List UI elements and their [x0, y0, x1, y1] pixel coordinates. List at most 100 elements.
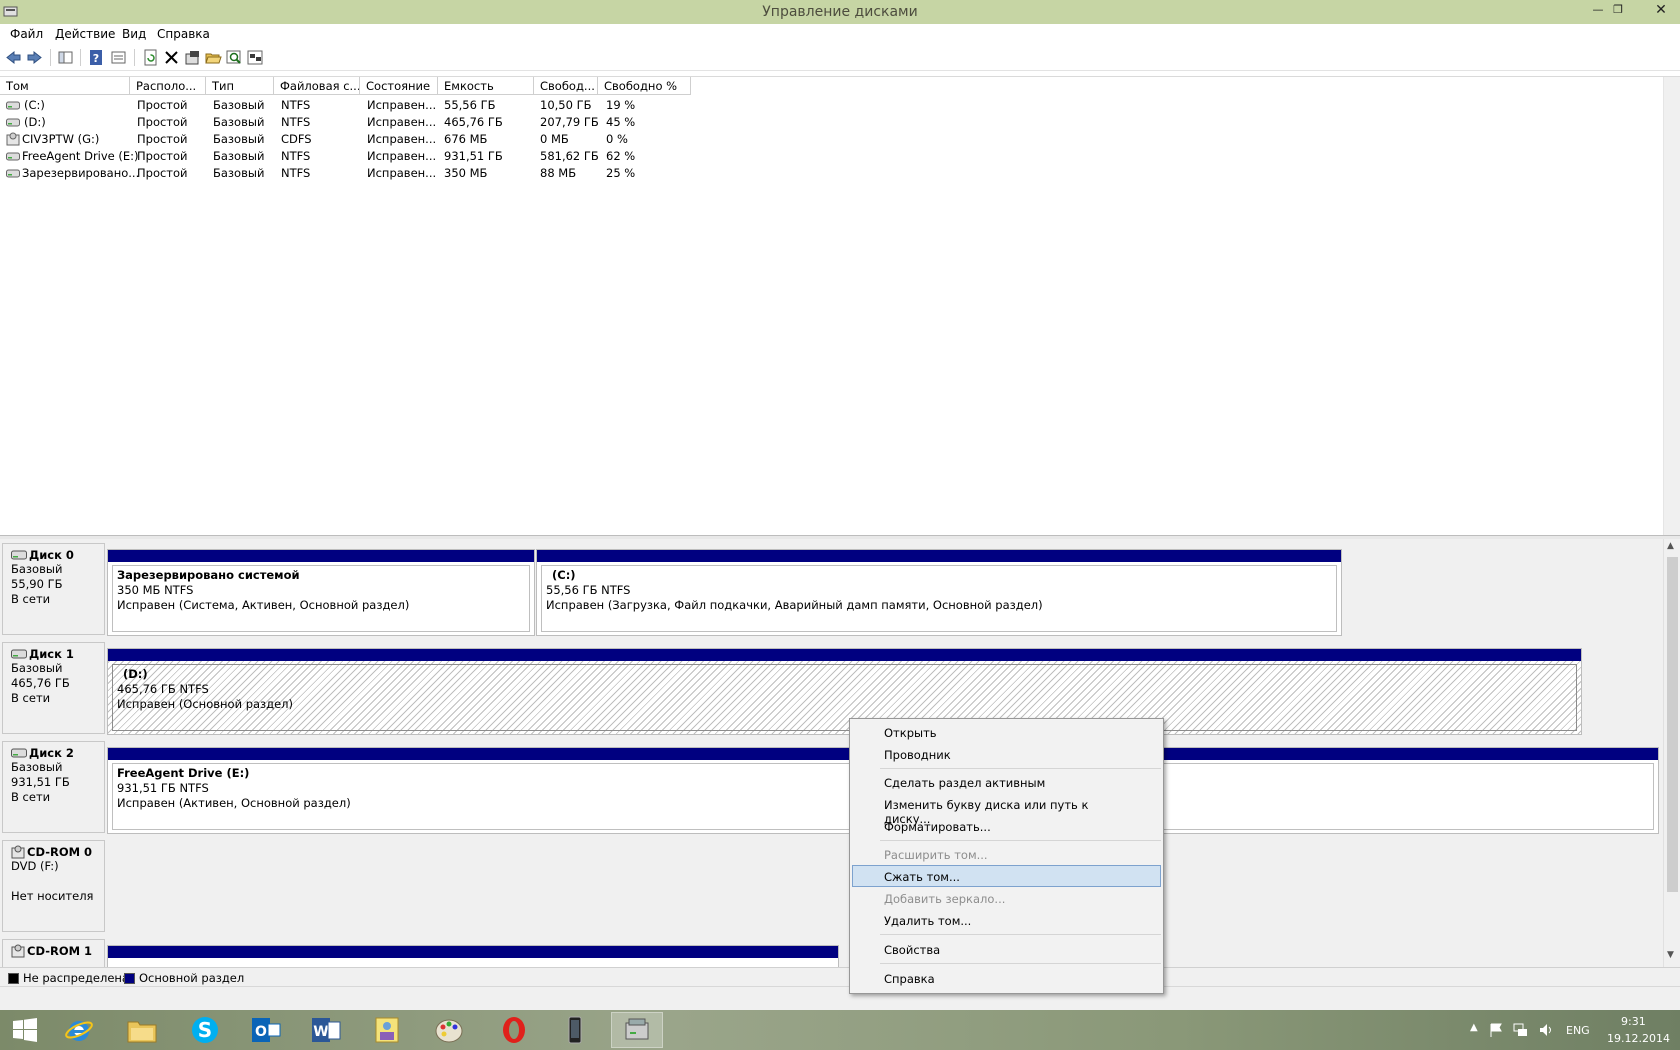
column-header-capacity[interactable]: Емкость — [438, 77, 534, 95]
column-header-filesystem[interactable]: Файловая с... — [274, 77, 360, 95]
partition-body: (C:) 55,56 ГБ NTFS Исправен (Загрузка, Ф… — [541, 565, 1337, 632]
disk-name: CD-ROM 1 — [27, 944, 93, 958]
network-icon[interactable] — [1512, 1022, 1530, 1038]
column-header-percent-free[interactable]: Свободно % — [598, 77, 691, 95]
clock-date[interactable]: 19.12.2014 — [1607, 1032, 1670, 1045]
volume-capacity: 350 МБ — [444, 166, 488, 180]
back-arrow-icon[interactable] — [5, 49, 22, 66]
taskbar-opera[interactable] — [488, 1012, 540, 1048]
menu-item-change-drive-letter[interactable]: Изменить букву диска или путь к диску... — [852, 793, 1161, 826]
help-icon[interactable]: ? — [88, 49, 105, 66]
column-header-layout[interactable]: Располо... — [130, 77, 206, 95]
taskbar-paint[interactable] — [423, 1012, 475, 1048]
volume-icon[interactable] — [1538, 1022, 1554, 1038]
restore-button[interactable]: ❐ — [1607, 2, 1629, 18]
volume-free-space: 207,79 ГБ — [540, 115, 599, 129]
volume-list: Том Располо... Тип Файловая с... Состоян… — [0, 76, 1680, 536]
scroll-down-arrow-icon[interactable]: ▼ — [1667, 950, 1674, 960]
volume-row[interactable]: FreeAgent Drive (E:) Простой Базовый NTF… — [0, 148, 700, 165]
delete-icon[interactable] — [163, 49, 180, 66]
open-folder-icon[interactable] — [205, 49, 222, 66]
volume-status: Исправен... — [367, 115, 437, 129]
partition-status: Исправен (Загрузка, Файл подкачки, Авари… — [546, 598, 1043, 612]
check-icon[interactable] — [184, 49, 201, 66]
settings-icon[interactable] — [247, 49, 264, 66]
menu-item-properties[interactable]: Свойства — [852, 938, 1161, 960]
context-menu: Открыть Проводник Сделать раздел активны… — [849, 718, 1164, 994]
taskbar-word[interactable]: W — [300, 1012, 352, 1048]
console-tree-icon[interactable] — [57, 49, 74, 66]
volume-list-scrollbar[interactable] — [1663, 77, 1680, 536]
taskbar-skype[interactable]: S — [179, 1012, 231, 1048]
column-header-type[interactable]: Тип — [206, 77, 274, 95]
menu-item-format[interactable]: Форматировать... — [852, 815, 1161, 837]
cdrom-0-label[interactable]: CD-ROM 0 DVD (F:) Нет носителя — [2, 840, 105, 932]
menu-view[interactable]: Вид — [122, 27, 146, 41]
close-button[interactable]: ✕ — [1650, 2, 1672, 18]
menu-item-delete-volume[interactable]: Удалить том... — [852, 909, 1161, 931]
volume-row[interactable]: CIV3PTW (G:) Простой Базовый CDFS Исправ… — [0, 131, 700, 148]
properties-icon[interactable] — [110, 49, 127, 66]
taskbar-internet-explorer[interactable] — [53, 1012, 105, 1048]
disk-pane-scrollbar[interactable]: ▲ ▼ — [1663, 539, 1680, 967]
taskbar-disk-management[interactable] — [611, 1012, 663, 1048]
refresh-icon[interactable] — [142, 49, 159, 66]
menu-item-explorer[interactable]: Проводник — [852, 743, 1161, 765]
taskbar-file-explorer[interactable] — [116, 1012, 168, 1048]
disk-management-window: Управление дисками — ❐ ✕ Файл Действие В… — [0, 0, 1680, 1050]
volume-percent-free: 45 % — [606, 115, 636, 129]
drive-icon — [6, 101, 20, 110]
volume-type: Базовый — [213, 132, 265, 146]
drive-icon — [6, 169, 20, 178]
minimize-button[interactable]: — — [1587, 2, 1609, 18]
disk-name: Диск 2 — [29, 746, 74, 760]
taskbar-photo-viewer[interactable] — [361, 1012, 413, 1048]
volume-row[interactable]: Зарезервировано... Простой Базовый NTFS … — [0, 165, 700, 182]
input-language[interactable]: ENG — [1566, 1024, 1590, 1037]
scroll-up-arrow-icon[interactable]: ▲ — [1667, 541, 1674, 551]
column-header-volume[interactable]: Том — [0, 77, 130, 95]
volume-row[interactable]: (D:) Простой Базовый NTFS Исправен... 46… — [0, 114, 700, 131]
taskbar-phone-app[interactable] — [549, 1012, 601, 1048]
disk-icon — [11, 550, 27, 560]
forward-arrow-icon[interactable] — [26, 49, 43, 66]
menu-bar: Файл Действие Вид Справка — [0, 24, 1680, 44]
search-icon[interactable] — [226, 49, 243, 66]
partition-system-reserved[interactable]: Зарезервировано системой 350 МБ NTFS Исп… — [107, 549, 535, 636]
menu-item-open[interactable]: Открыть — [852, 721, 1161, 743]
system-tray: ▲ ENG 9:31 19.12.2014 — [1466, 1010, 1680, 1050]
disk-0-label[interactable]: Диск 0 Базовый 55,90 ГБ В сети — [2, 543, 105, 635]
taskbar: S O W ▲ ENG 9:31 19.12.2014 — [0, 1010, 1680, 1050]
menu-item-help[interactable]: Справка — [852, 967, 1161, 989]
cdrom-1-label[interactable]: CD-ROM 1 — [2, 939, 105, 967]
volume-layout: Простой — [137, 149, 188, 163]
volume-type: Базовый — [213, 115, 265, 129]
clock-time[interactable]: 9:31 — [1621, 1015, 1646, 1028]
column-header-free-space[interactable]: Свобод... — [534, 77, 598, 95]
disk-2-label[interactable]: Диск 2 Базовый 931,51 ГБ В сети — [2, 741, 105, 833]
menu-action[interactable]: Действие — [55, 27, 115, 41]
column-header-status[interactable]: Состояние — [360, 77, 438, 95]
volume-free-space: 10,50 ГБ — [540, 98, 592, 112]
tray-expand-arrow-icon[interactable]: ▲ — [1470, 1022, 1478, 1033]
disk-size: 465,76 ГБ — [11, 676, 70, 690]
partition-status: Исправен (Основной раздел) — [117, 697, 294, 711]
menu-item-shrink-volume[interactable]: Сжать том... — [852, 865, 1161, 887]
scrollbar-thumb[interactable] — [1667, 557, 1678, 892]
menu-file[interactable]: Файл — [10, 27, 43, 41]
start-button[interactable] — [0, 1012, 50, 1048]
taskbar-outlook[interactable]: O — [240, 1012, 292, 1048]
title-bar: Управление дисками — ❐ ✕ — [0, 0, 1680, 24]
volume-row[interactable]: (C:) Простой Базовый NTFS Исправен... 55… — [0, 97, 700, 114]
volume-type: Базовый — [213, 149, 265, 163]
disk-icon — [11, 748, 27, 758]
partition-c[interactable]: (C:) 55,56 ГБ NTFS Исправен (Загрузка, Ф… — [536, 549, 1342, 636]
partition-cdrom-1[interactable] — [107, 945, 839, 967]
svg-text:S: S — [198, 1018, 212, 1042]
menu-help[interactable]: Справка — [157, 27, 210, 41]
menu-item-mark-active[interactable]: Сделать раздел активным — [852, 771, 1161, 793]
action-center-flag-icon[interactable] — [1488, 1022, 1504, 1038]
partition-d-selected[interactable]: (D:) 465,76 ГБ NTFS Исправен (Основной р… — [107, 648, 1582, 735]
disk-1-label[interactable]: Диск 1 Базовый 465,76 ГБ В сети — [2, 642, 105, 734]
drive-icon — [6, 118, 20, 127]
